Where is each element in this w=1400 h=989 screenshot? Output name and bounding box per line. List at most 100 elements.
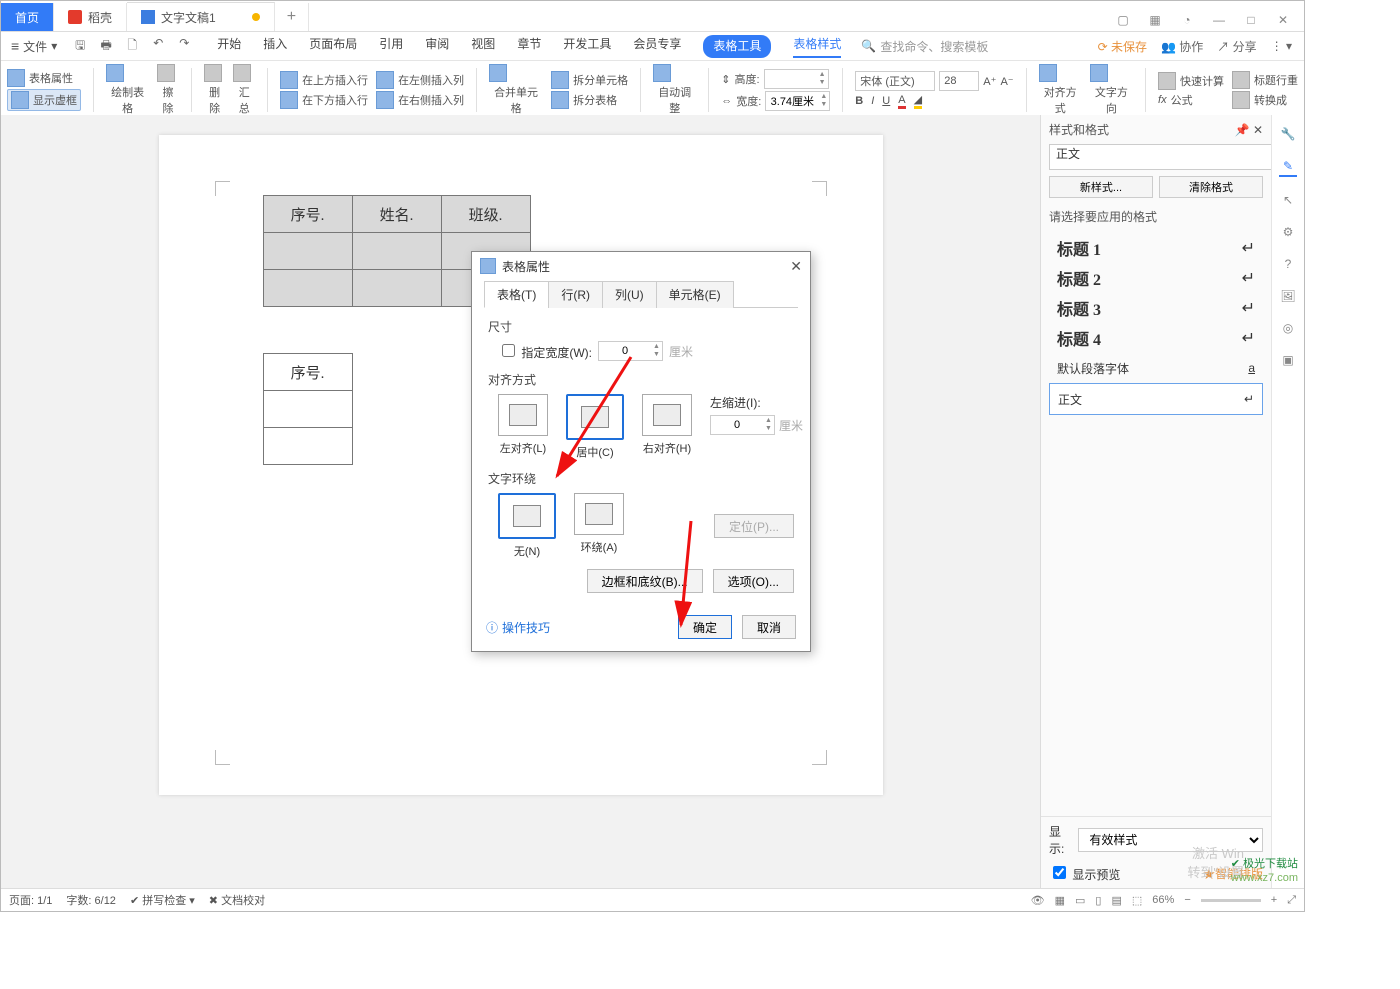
width-spinner[interactable]: ▲▼ — [765, 91, 830, 111]
indent-spinner[interactable]: ▲▼ — [710, 415, 775, 435]
command-search[interactable]: 🔍查找命令、搜索模板 — [861, 38, 988, 55]
shrink-font-icon[interactable]: A⁻ — [1000, 75, 1013, 88]
options-button[interactable]: 选项(O)... — [713, 569, 794, 593]
btn-split-cell[interactable]: 拆分单元格 — [573, 72, 628, 88]
strip-help-icon[interactable]: ? — [1279, 255, 1297, 273]
wrap-none-option[interactable] — [498, 493, 556, 539]
strip-target-icon[interactable]: ◎ — [1279, 319, 1297, 337]
cell[interactable]: 姓名. — [352, 196, 441, 233]
tab-document[interactable]: 文字文稿1 — [127, 2, 275, 31]
pencil-icon[interactable] — [106, 64, 124, 82]
close-panel-button[interactable]: ✕ — [1253, 123, 1263, 137]
spec-width-spinner[interactable]: ▲▼ — [598, 341, 663, 361]
menu-section[interactable]: 章节 — [517, 35, 541, 58]
align-icon[interactable] — [1039, 64, 1057, 82]
btn-fast-calc[interactable]: 快速计算 — [1180, 73, 1224, 89]
menu-view[interactable]: 视图 — [471, 35, 495, 58]
status-book-icon[interactable]: ▭ — [1075, 894, 1085, 907]
status-eye-icon[interactable]: 👁 — [1031, 894, 1045, 907]
indent-input[interactable] — [711, 418, 763, 432]
width-input[interactable] — [766, 94, 818, 108]
btn-ins-row-above[interactable]: 在上方插入行 — [302, 72, 368, 88]
dlg-tab-col[interactable]: 列(U) — [602, 281, 657, 308]
tab-new[interactable]: + — [275, 3, 309, 31]
menu-layout[interactable]: 页面布局 — [309, 35, 357, 58]
height-input[interactable] — [765, 72, 817, 86]
qat-preview-icon[interactable]: 🗋 — [123, 36, 141, 57]
style-item[interactable]: 标题 3↵ — [1049, 293, 1263, 323]
btn-title-row[interactable]: 标题行重 — [1254, 72, 1298, 88]
btn-ins-col-right[interactable]: 在右侧插入列 — [398, 92, 464, 108]
btn-align[interactable]: 对齐方式 — [1039, 84, 1082, 116]
cell[interactable]: 班级. — [441, 196, 530, 233]
menu-table-tools[interactable]: 表格工具 — [703, 35, 771, 58]
btn-merge[interactable]: 合并单元格 — [489, 84, 543, 116]
cancel-button[interactable]: 取消 — [742, 615, 796, 639]
qat-undo-icon[interactable]: ↶ — [149, 36, 167, 57]
cell[interactable]: 序号. — [263, 196, 352, 233]
help-link[interactable]: ⓘ 操作技巧 — [486, 619, 550, 636]
menu-ref[interactable]: 引用 — [379, 35, 403, 58]
dialog-close-button[interactable]: ✕ — [790, 258, 802, 275]
spec-width-check[interactable]: 指定宽度(W): — [498, 341, 592, 361]
style-item-active[interactable]: 正文↵ — [1049, 383, 1263, 415]
btn-summary[interactable]: 汇总 — [233, 84, 255, 116]
btn-table-props[interactable]: 表格属性 — [29, 70, 73, 86]
bold-button[interactable]: B — [855, 95, 863, 107]
border-shading-button[interactable]: 边框和底纹(B)... — [587, 569, 703, 593]
table-2[interactable]: 序号. — [263, 353, 353, 465]
status-expand-icon[interactable]: ⤢ — [1287, 894, 1296, 907]
maximize-button[interactable]: □ — [1240, 9, 1262, 31]
app-apps-icon[interactable]: ▦ — [1144, 9, 1166, 31]
app-grid-icon[interactable]: ▢ — [1112, 9, 1134, 31]
btn-autofit[interactable]: 自动调整 — [653, 84, 696, 116]
btn-convert[interactable]: 转换成 — [1254, 92, 1287, 108]
dlg-tab-table[interactable]: 表格(T) — [484, 281, 549, 308]
status-proof[interactable]: ✖ 文档校对 — [209, 892, 265, 908]
status-words[interactable]: 字数: 6/12 — [66, 892, 116, 908]
text-dir-icon[interactable] — [1090, 64, 1108, 82]
qat-print-icon[interactable]: 🖶 — [97, 36, 115, 57]
highlight-button[interactable]: ◢ — [914, 93, 922, 109]
menu-dev[interactable]: 开发工具 — [563, 35, 611, 58]
minimize-button[interactable]: — — [1208, 9, 1230, 31]
sum-icon[interactable] — [233, 64, 251, 82]
avatar-icon[interactable]: ◔ — [1176, 9, 1198, 31]
btn-draw-table[interactable]: 绘制表格 — [106, 84, 149, 116]
chevron-down-icon[interactable]: ⋮ ▾ — [1271, 39, 1292, 53]
zoom-value[interactable]: 66% — [1152, 894, 1174, 906]
font-color-button[interactable]: A — [898, 94, 905, 109]
delete-icon[interactable] — [204, 64, 222, 82]
btn-delete[interactable]: 删除 — [204, 84, 226, 116]
menu-table-style[interactable]: 表格样式 — [793, 35, 841, 58]
btn-erase[interactable]: 擦除 — [157, 84, 179, 116]
style-item[interactable]: 标题 4↵ — [1049, 323, 1263, 353]
btn-split-table[interactable]: 拆分表格 — [573, 92, 617, 108]
link-share[interactable]: ↗ 分享 — [1217, 38, 1256, 55]
wrap-around-option[interactable] — [574, 493, 624, 535]
link-unsaved[interactable]: ⟳ 未保存 — [1098, 38, 1147, 55]
close-button[interactable]: ✕ — [1272, 9, 1294, 31]
strip-pen-icon[interactable]: ✎ — [1279, 157, 1297, 177]
style-item[interactable]: 标题 2↵ — [1049, 263, 1263, 293]
status-web-icon[interactable]: ▤ — [1111, 894, 1121, 907]
menu-insert[interactable]: 插入 — [263, 35, 287, 58]
current-style[interactable]: 正文 — [1049, 144, 1277, 170]
status-page-icon[interactable]: ▯ — [1095, 894, 1101, 907]
underline-button[interactable]: U — [882, 95, 890, 107]
btn-ins-col-left[interactable]: 在左侧插入列 — [398, 72, 464, 88]
preview-checkbox[interactable]: 显示预览 — [1049, 863, 1120, 883]
file-menu[interactable]: ≡文件▾ — [7, 36, 61, 57]
menu-review[interactable]: 审阅 — [425, 35, 449, 58]
strip-gallery-icon[interactable]: 🖼 — [1279, 287, 1297, 305]
eraser-icon[interactable] — [157, 64, 175, 82]
new-style-button[interactable]: 新样式... — [1049, 176, 1153, 198]
status-page[interactable]: 页面: 1/1 — [9, 892, 52, 908]
ok-button[interactable]: 确定 — [678, 615, 732, 639]
clear-format-button[interactable]: 清除格式 — [1159, 176, 1263, 198]
btn-ins-row-below[interactable]: 在下方插入行 — [302, 92, 368, 108]
strip-settings-icon[interactable]: ⚙ — [1279, 223, 1297, 241]
qat-redo-icon[interactable]: ↷ — [175, 36, 193, 57]
autofit-icon[interactable] — [653, 64, 671, 82]
menu-vip[interactable]: 会员专享 — [633, 35, 681, 58]
